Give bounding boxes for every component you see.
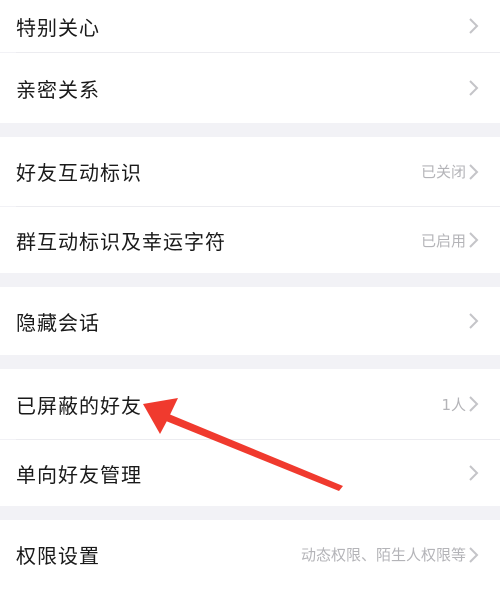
settings-item-friend-interaction-mark[interactable]: 好友互动标识 已关闭: [0, 137, 500, 206]
settings-item-label: 好友互动标识: [16, 161, 142, 185]
settings-item-permission-settings[interactable]: 权限设置 动态权限、陌生人权限等: [0, 520, 500, 589]
chevron-right-icon: [469, 313, 479, 329]
chevron-right-icon: [469, 546, 479, 563]
chevron-right-icon: [469, 163, 479, 180]
settings-item-special-care[interactable]: 特别关心: [0, 0, 500, 52]
settings-item-label: 已屏蔽的好友: [16, 393, 142, 418]
settings-item-one-way-friend-management[interactable]: 单向好友管理: [0, 440, 500, 506]
settings-item-label: 特别关心: [16, 15, 100, 40]
settings-item-label: 亲密关系: [16, 77, 100, 102]
chevron-right-icon: [469, 232, 479, 248]
chevron-right-icon: [469, 80, 479, 96]
settings-item-value: 已关闭: [420, 163, 466, 181]
settings-item-value: 1人: [441, 395, 466, 414]
settings-item-label: 单向好友管理: [16, 462, 142, 487]
chevron-right-icon: [469, 465, 479, 481]
chevron-right-icon: [469, 396, 479, 412]
settings-item-value: 动态权限、陌生人权限等: [300, 546, 466, 564]
settings-item-intimate-relationship[interactable]: 亲密关系: [0, 53, 500, 123]
settings-item-label: 隐藏会话: [16, 310, 100, 335]
settings-item-hidden-conversations[interactable]: 隐藏会话: [0, 287, 500, 355]
settings-item-group-interaction-mark[interactable]: 群互动标识及幸运字符 已启用: [0, 207, 500, 273]
chevron-right-icon: [469, 18, 479, 34]
settings-item-label: 群互动标识及幸运字符: [16, 229, 226, 254]
settings-item-label: 权限设置: [16, 544, 100, 568]
settings-item-value: 已启用: [420, 231, 466, 250]
settings-item-blocked-friends[interactable]: 已屏蔽的好友 1人: [0, 369, 500, 439]
